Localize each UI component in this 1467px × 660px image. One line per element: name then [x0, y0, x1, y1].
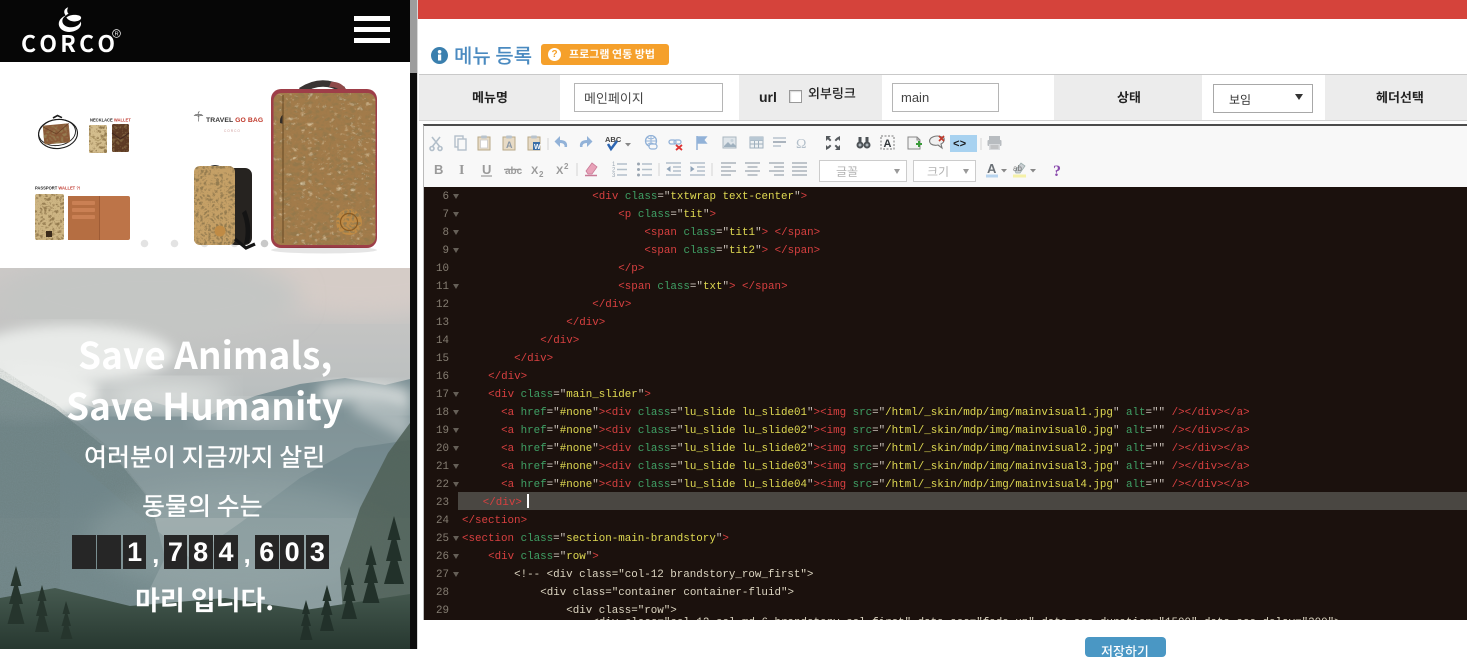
svg-text:2: 2 [564, 162, 569, 171]
svg-text:X: X [531, 165, 539, 177]
svg-text:I: I [459, 163, 464, 178]
svg-text:abc: abc [505, 166, 523, 177]
svg-text:ABC: ABC [605, 135, 622, 144]
svg-text:PASSPORT WALLET ?!: PASSPORT WALLET ?! [35, 186, 80, 191]
svg-text:3: 3 [612, 173, 616, 179]
svg-text:Ω: Ω [796, 137, 806, 152]
svg-text:W: W [534, 144, 541, 151]
svg-text:<>: <> [953, 139, 967, 151]
svg-text:2: 2 [539, 170, 544, 179]
svg-text:A: A [987, 161, 997, 176]
svg-text:?: ? [1053, 163, 1061, 179]
svg-text:TRAVEL GO BAG: TRAVEL GO BAG [206, 117, 263, 124]
svg-text:A: A [884, 138, 892, 150]
svg-text:CORCO: CORCO [224, 129, 241, 133]
svg-text:B: B [434, 162, 443, 177]
svg-text:R: R [115, 32, 119, 38]
svg-text:X: X [556, 165, 564, 177]
svg-text:U: U [482, 162, 491, 177]
svg-text:ab: ab [1013, 164, 1022, 173]
svg-text:NECKLACE WALLET: NECKLACE WALLET [90, 118, 131, 123]
svg-text:A: A [506, 140, 513, 150]
